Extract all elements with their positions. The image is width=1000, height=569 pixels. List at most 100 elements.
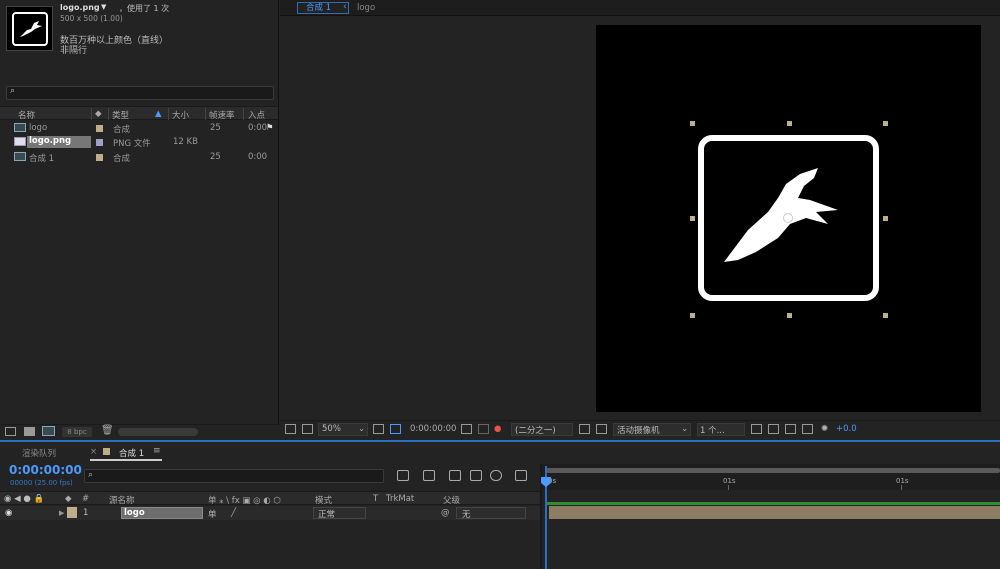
resolution-value: (二分之一) xyxy=(515,426,556,436)
folder-icon[interactable] xyxy=(24,427,35,436)
draft-3d-icon[interactable] xyxy=(423,470,435,481)
frame-rate: 00000 (25.00 fps) xyxy=(10,479,73,487)
monitor-icon[interactable] xyxy=(302,424,313,434)
breadcrumb[interactable]: logo xyxy=(357,3,375,13)
preview-icon[interactable] xyxy=(285,424,296,434)
fit-icon[interactable] xyxy=(373,424,384,434)
quality-icon[interactable]: ╱ xyxy=(231,508,236,518)
ruler-tick xyxy=(901,485,902,490)
col-t: T xyxy=(373,494,379,504)
timeline-icon[interactable] xyxy=(768,424,779,434)
bird-icon xyxy=(724,168,838,262)
work-area-bar[interactable] xyxy=(546,468,1000,473)
col-fps[interactable]: 帧速率 xyxy=(209,109,235,121)
label-swatch[interactable] xyxy=(96,125,103,132)
anchor-point-icon[interactable] xyxy=(783,213,793,223)
trash-icon[interactable]: 🗑 xyxy=(101,425,114,436)
item-usage: ，使用了 1 次 xyxy=(119,4,170,13)
exposure-icon[interactable]: ✺ xyxy=(821,424,828,434)
current-time[interactable]: 0:00:00:00 xyxy=(9,463,82,477)
project-scrollbar[interactable] xyxy=(118,428,198,436)
project-row[interactable]: logo.png PNG 文件 12 KB xyxy=(0,135,278,149)
transform-handle[interactable] xyxy=(690,121,695,126)
3d-renderer-icon[interactable] xyxy=(802,424,813,434)
col-parent: 父级 xyxy=(443,496,461,506)
interpret-footage-icon[interactable] xyxy=(5,427,16,436)
file-icon xyxy=(14,137,26,146)
col-name[interactable]: 名称 xyxy=(18,109,35,121)
region-icon[interactable] xyxy=(390,424,401,434)
camera-snapshot-icon[interactable] xyxy=(461,424,472,434)
region-of-interest-icon[interactable] xyxy=(579,424,590,434)
col-source-name[interactable]: 源名称 xyxy=(109,494,135,506)
transform-handle[interactable] xyxy=(787,121,792,126)
label-swatch[interactable] xyxy=(67,507,77,518)
transform-handle[interactable] xyxy=(690,313,695,318)
tab-timeline-comp[interactable]: 合成 1 xyxy=(119,447,144,459)
close-icon[interactable]: × xyxy=(90,447,97,457)
composition-icon xyxy=(14,123,26,132)
views-value: 1 个... xyxy=(700,426,725,436)
av-switches-icon: ◉ ◀ ● 🔒 xyxy=(4,494,45,504)
color-channel-icon[interactable]: ● xyxy=(494,424,501,434)
item-name: logo.png xyxy=(60,3,100,12)
transform-handle[interactable] xyxy=(787,313,792,318)
timeline-search-input[interactable] xyxy=(84,469,384,483)
viewer-timecode[interactable]: 0:00:00:00 xyxy=(410,424,456,434)
eye-icon[interactable]: ◉ xyxy=(5,508,12,518)
search-icon: ⌕ xyxy=(10,86,16,96)
col-switches: 单 ⁎ \ fx ▣ ◎ ◐ ⬡ xyxy=(208,496,281,506)
chevron-down-icon: ⌄ xyxy=(681,424,689,434)
ruler-label: 01s xyxy=(723,477,736,485)
label-swatch[interactable] xyxy=(96,154,103,161)
item-thumbnail xyxy=(6,6,53,51)
transparency-grid-icon[interactable] xyxy=(596,424,607,434)
active-tab-indicator xyxy=(90,459,162,461)
pickwhip-icon[interactable]: @ xyxy=(441,508,450,518)
col-type[interactable]: 类型 xyxy=(112,109,129,121)
bit-depth-button[interactable]: 8 bpc xyxy=(62,427,92,437)
label-swatch xyxy=(103,448,110,455)
new-composition-icon[interactable] xyxy=(42,426,55,436)
transform-handle[interactable] xyxy=(883,216,888,221)
project-search-input[interactable] xyxy=(6,86,274,100)
exposure-value[interactable]: +0.0 xyxy=(836,424,857,434)
layer-name: logo xyxy=(124,508,145,518)
transform-handle[interactable] xyxy=(883,121,888,126)
comp-mini-flowchart-icon[interactable] xyxy=(397,470,409,481)
layer-index: 1 xyxy=(83,508,89,518)
expand-arrow-icon[interactable]: ▶ xyxy=(59,509,64,517)
fast-preview-icon[interactable] xyxy=(751,424,762,434)
layer-duration-bar[interactable] xyxy=(549,506,1000,519)
col-in[interactable]: 入点 xyxy=(248,109,265,121)
layer-switch[interactable]: 单 xyxy=(208,508,217,520)
tab-comp[interactable]: 合成 1 xyxy=(297,2,349,14)
label-swatch[interactable] xyxy=(96,139,103,146)
col-size[interactable]: 大小 xyxy=(172,109,189,121)
col-number: # xyxy=(82,494,90,504)
flowchart-icon[interactable]: ⚑ xyxy=(266,123,274,133)
transform-handle[interactable] xyxy=(883,313,888,318)
chevron-left-icon[interactable]: ‹ xyxy=(343,2,347,12)
show-snapshot-icon[interactable] xyxy=(478,424,489,434)
search-icon: ⌕ xyxy=(88,470,94,480)
frame-blending-icon[interactable] xyxy=(470,470,482,481)
tab-render-queue[interactable]: 渲染队列 xyxy=(22,447,56,459)
shy-layers-icon[interactable] xyxy=(449,470,461,481)
item-dropdown-icon[interactable]: ▼ xyxy=(101,3,106,11)
transform-handle[interactable] xyxy=(690,216,695,221)
composition-icon xyxy=(14,152,26,161)
project-row[interactable]: logo 合成 25 0:00 ⚑ xyxy=(0,121,278,135)
camera-value: 活动摄像机 xyxy=(617,426,660,436)
ruler-tick xyxy=(728,485,729,490)
project-panel xyxy=(0,0,279,440)
item-dimensions: 500 x 500 (1.00) xyxy=(60,14,123,23)
flowchart-icon[interactable] xyxy=(785,424,796,434)
menu-icon[interactable]: ≡ xyxy=(153,446,161,456)
project-row[interactable]: 合成 1 合成 25 0:00 xyxy=(0,150,278,164)
label-col-icon: ◆ xyxy=(65,494,72,504)
mode-value: 正常 xyxy=(318,510,336,520)
graph-editor-icon[interactable] xyxy=(515,470,527,481)
motion-blur-icon[interactable] xyxy=(490,470,502,481)
zoom-value: 50% xyxy=(322,424,341,434)
